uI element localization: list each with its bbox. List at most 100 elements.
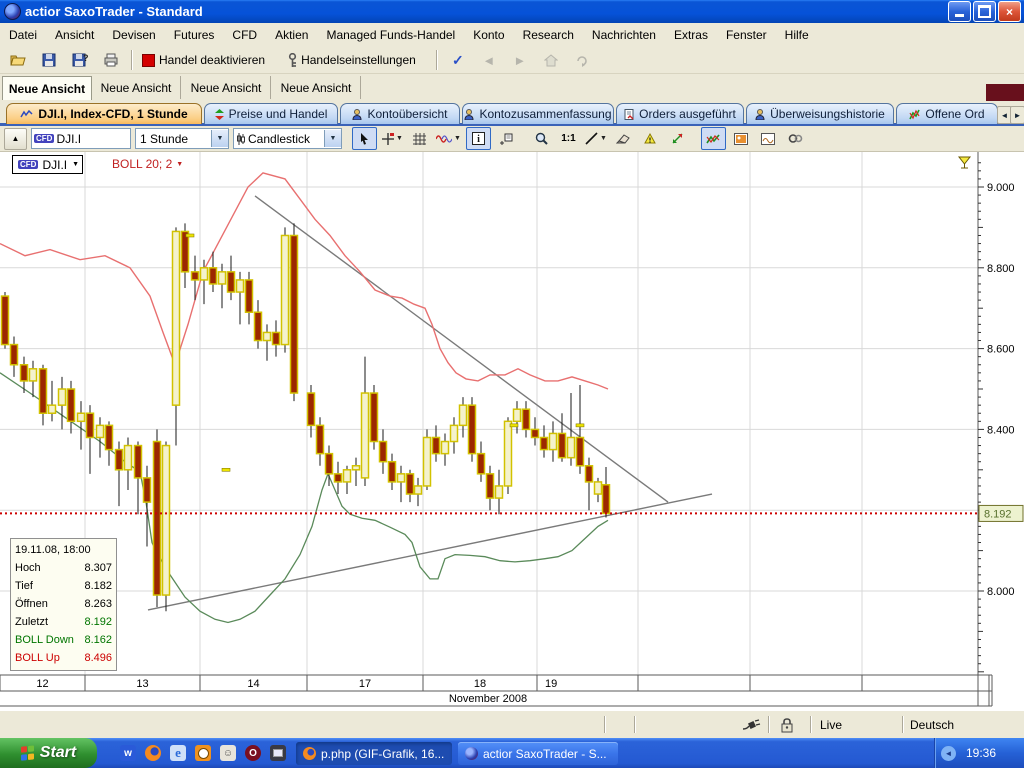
view-tab-4[interactable]: Neue Ansicht	[272, 76, 361, 99]
svg-text:12: 12	[36, 678, 48, 690]
messenger-icon[interactable]: ☺	[220, 745, 236, 761]
language-indicator[interactable]: Deutsch	[910, 718, 954, 732]
cfd-badge: CFD	[34, 134, 54, 143]
clock-app-icon[interactable]	[195, 745, 211, 761]
tooltip-label: Tief	[15, 580, 33, 592]
open-button[interactable]	[4, 49, 32, 71]
start-button[interactable]: Start	[0, 738, 97, 768]
dropdown-button[interactable]: ▼	[324, 130, 341, 147]
tab-label: DJI.I, Index-CFD, 1 Stunde	[38, 107, 187, 121]
menu-devisen[interactable]: Devisen	[103, 25, 164, 45]
indicator-wave-tool-button[interactable]: ▼	[435, 128, 462, 149]
menu-extras[interactable]: Extras	[665, 25, 717, 45]
view-tab-3[interactable]: Neue Ansicht	[182, 76, 271, 99]
chart-symbol-selector[interactable]: CFD DJI.I ▼	[12, 155, 83, 174]
firefox-icon[interactable]	[145, 745, 161, 761]
menu-ansicht[interactable]: Ansicht	[46, 25, 103, 45]
grid-tool-button[interactable]	[408, 128, 431, 149]
app-window-icon[interactable]: w	[120, 745, 136, 761]
menu-nachrichten[interactable]: Nachrichten	[583, 25, 665, 45]
info-tool-button[interactable]: i	[466, 127, 491, 150]
one-to-one-label: 1:1	[561, 133, 575, 144]
menu-datei[interactable]: Datei	[0, 25, 46, 45]
indicators-button[interactable]	[701, 127, 726, 150]
svg-text:8.400: 8.400	[987, 424, 1015, 436]
tab-ueberweisungshistorie[interactable]: Überweisungshistorie	[746, 103, 894, 124]
tab-offene-orders[interactable]: Offene Ord	[896, 103, 998, 124]
task-button-saxotrader[interactable]: actior SaxoTrader - S...	[458, 742, 618, 765]
menu-research[interactable]: Research	[514, 25, 583, 45]
connection-plug-icon	[742, 718, 762, 732]
opera-icon[interactable]: O	[245, 745, 261, 761]
tab-chart-dji[interactable]: DJI.I, Index-CFD, 1 Stunde	[6, 103, 202, 124]
start-label: Start	[40, 744, 76, 762]
period-select[interactable]: 1 Stunde ▼	[135, 128, 229, 149]
menu-hilfe[interactable]: Hilfe	[776, 25, 818, 45]
show-desktop-icon[interactable]	[270, 745, 286, 761]
svg-text:14: 14	[247, 678, 259, 690]
connection-status: Live	[820, 718, 842, 732]
save-button[interactable]	[35, 49, 63, 71]
indicator-label[interactable]: BOLL 20; 2 ▼	[112, 157, 183, 171]
print-button[interactable]	[97, 49, 125, 71]
dropdown-button[interactable]: ▼	[211, 130, 228, 147]
annotation-icon	[499, 133, 513, 145]
eraser-tool-button[interactable]	[612, 128, 635, 149]
view-tab-1[interactable]: Neue Ansicht	[2, 76, 92, 100]
chart-image-button[interactable]	[730, 128, 753, 149]
tab-kontozusammenfassung[interactable]: Kontozusammenfassung	[462, 103, 614, 124]
chart-type-select[interactable]: Candlestick ▼	[233, 128, 342, 149]
legend-symbol: DJI.I	[42, 158, 67, 172]
menu-aktien[interactable]: Aktien	[266, 25, 317, 45]
maximize-button[interactable]	[973, 1, 996, 22]
refresh-button[interactable]	[568, 49, 596, 71]
one-to-one-button[interactable]: 1:1	[557, 128, 580, 149]
crosshair-tool-button[interactable]: ▼	[381, 128, 404, 149]
collapse-panel-button[interactable]: ▲	[4, 128, 27, 150]
tray-chevron-icon[interactable]: ◄	[941, 746, 956, 761]
disable-trading-label: Handel deaktivieren	[159, 53, 265, 67]
internet-explorer-icon[interactable]: e	[170, 745, 186, 761]
toolbar-separator	[436, 50, 438, 70]
crosshair-icon	[382, 133, 394, 145]
link-button[interactable]	[784, 128, 807, 149]
task-button-browser[interactable]: p.php (GIF-Grafik, 16...	[296, 742, 452, 765]
tooltip-value: 8.263	[84, 598, 112, 610]
expand-tool-button[interactable]	[666, 128, 689, 149]
chart-image-alt-button[interactable]	[757, 128, 780, 149]
trade-settings-button[interactable]: Handelseinstellungen	[285, 49, 419, 71]
document-icon	[624, 109, 634, 120]
tooltip-value: 8.182	[84, 580, 112, 592]
left-arrow-icon: ◄	[1001, 111, 1009, 120]
annotation-tool-button[interactable]	[495, 128, 518, 149]
tab-preise-und-handel[interactable]: Preise und Handel	[204, 103, 338, 124]
line-draw-tool-button[interactable]: ▼	[584, 128, 608, 149]
view-tab-2[interactable]: Neue Ansicht	[92, 76, 181, 99]
tooltip-value: 8.192	[84, 616, 112, 628]
menu-cfd[interactable]: CFD	[223, 25, 266, 45]
disable-trading-button[interactable]: Handel deaktivieren	[139, 49, 268, 71]
main-toolbar: ? Handel deaktivieren Handelseinstellung…	[0, 47, 1024, 74]
menu-managed-funds[interactable]: Managed Funds-Handel	[317, 25, 464, 45]
refresh-icon	[575, 54, 589, 67]
minimize-button[interactable]	[948, 1, 971, 22]
back-button[interactable]: ◄	[475, 49, 503, 71]
menu-futures[interactable]: Futures	[165, 25, 224, 45]
symbol-input[interactable]: CFD DJI.I	[31, 128, 131, 149]
tab-kontouebersicht[interactable]: Kontoübersicht	[340, 103, 460, 124]
save-as-button[interactable]: ?	[66, 49, 94, 71]
tab-orders-ausgefuehrt[interactable]: Orders ausgeführt	[616, 103, 744, 124]
cursor-tool-button[interactable]	[352, 127, 377, 150]
close-button[interactable]: ×	[998, 1, 1021, 22]
zoom-tool-button[interactable]	[530, 128, 553, 149]
cfd-badge: CFD	[18, 160, 38, 169]
tab-scroll-right-button[interactable]: ►	[1010, 106, 1024, 124]
menu-konto[interactable]: Konto	[464, 25, 513, 45]
home-button[interactable]	[537, 49, 565, 71]
price-chart[interactable]: 121314171819November 20089.0008.8008.600…	[0, 152, 1024, 710]
forward-button[interactable]: ►	[506, 49, 534, 71]
menu-fenster[interactable]: Fenster	[717, 25, 776, 45]
chevron-down-icon: ▼	[454, 135, 461, 142]
alarm-tool-button[interactable]	[639, 128, 662, 149]
confirm-button[interactable]: ✓	[444, 49, 472, 71]
